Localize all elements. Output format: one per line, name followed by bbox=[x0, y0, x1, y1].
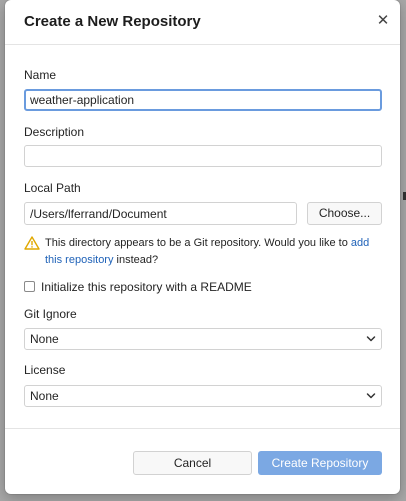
name-label: Name bbox=[24, 68, 57, 82]
close-icon[interactable]: ✕ bbox=[374, 12, 392, 30]
local-path-input[interactable] bbox=[24, 202, 297, 225]
create-repository-button[interactable]: Create Repository bbox=[258, 451, 382, 475]
license-select[interactable]: None bbox=[24, 385, 382, 407]
local-path-label: Local Path bbox=[24, 181, 81, 195]
license-selected-value: None bbox=[30, 389, 59, 403]
choose-button[interactable]: Choose... bbox=[307, 202, 382, 225]
git-ignore-selected-value: None bbox=[30, 332, 59, 346]
dialog-footer: Cancel Create Repository bbox=[5, 428, 400, 494]
chevron-down-icon bbox=[366, 393, 376, 399]
chevron-down-icon bbox=[366, 336, 376, 342]
git-ignore-select[interactable]: None bbox=[24, 328, 382, 350]
create-repository-dialog: Create a New Repository ✕ Name Descripti… bbox=[5, 0, 400, 494]
description-label: Description bbox=[24, 125, 85, 139]
readme-checkbox-label[interactable]: Initialize this repository with a README bbox=[41, 280, 252, 294]
name-input[interactable] bbox=[24, 89, 382, 111]
dialog-title: Create a New Repository bbox=[24, 13, 201, 30]
cancel-button[interactable]: Cancel bbox=[133, 451, 252, 475]
warning-text-after: instead? bbox=[113, 254, 159, 266]
license-label: License bbox=[24, 363, 66, 377]
warning-text: This directory appears to be a Git repos… bbox=[45, 235, 385, 269]
readme-checkbox[interactable] bbox=[24, 281, 35, 292]
git-ignore-label: Git Ignore bbox=[24, 307, 77, 321]
warning-text-before: This directory appears to be a Git repos… bbox=[45, 237, 351, 249]
dialog-header: Create a New Repository ✕ bbox=[5, 0, 400, 45]
description-input[interactable] bbox=[24, 145, 382, 167]
warning-triangle-icon bbox=[24, 236, 40, 250]
